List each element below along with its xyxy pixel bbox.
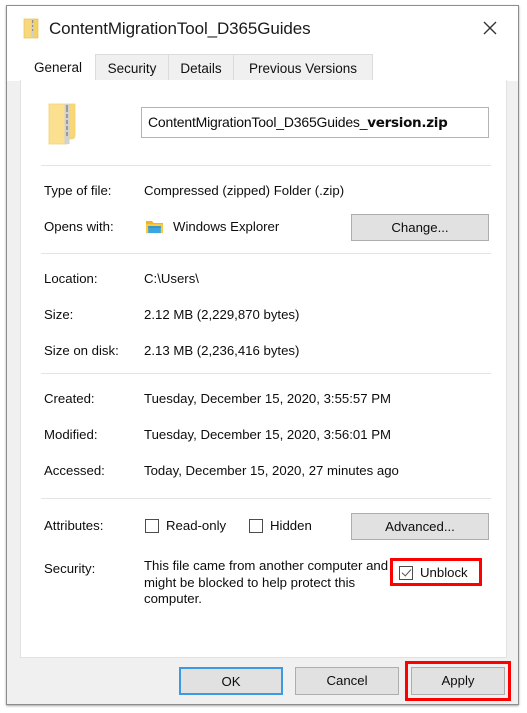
row-created: Created: Tuesday, December 15, 2020, 3:5… — [21, 388, 506, 410]
title-bar: ContentMigrationTool_D365Guides — [7, 6, 518, 51]
row-attributes: Attributes: Read-only Hidden Advanced... — [21, 513, 506, 542]
dialog-footer: OK Cancel Apply — [7, 658, 518, 704]
filename-input[interactable]: ContentMigrationTool_D365Guides_version.… — [141, 107, 489, 138]
file-header: ContentMigrationTool_D365Guides_version.… — [21, 98, 506, 156]
windows-explorer-folder-icon — [145, 219, 164, 235]
type-of-file-value: Compressed (zipped) Folder (.zip) — [144, 183, 345, 198]
checkbox-box — [399, 565, 413, 580]
modified-value: Tuesday, December 15, 2020, 3:56:01 PM — [144, 427, 392, 442]
size-value: 2.12 MB (2,229,870 bytes) — [144, 307, 300, 322]
tab-strip: General Security Details Previous Versio… — [7, 51, 518, 81]
created-label: Created: — [44, 391, 95, 406]
cancel-button[interactable]: Cancel — [295, 667, 399, 695]
size-on-disk-label: Size on disk: — [44, 343, 119, 358]
tab-previous-versions[interactable]: Previous Versions — [233, 54, 373, 81]
row-location: Location: C:\Users\ — [21, 268, 506, 290]
accessed-label: Accessed: — [44, 463, 105, 478]
divider — [41, 373, 491, 374]
tab-security[interactable]: Security — [95, 54, 169, 81]
location-label: Location: — [44, 271, 98, 286]
change-button[interactable]: Change... — [351, 214, 489, 241]
attributes-label: Attributes: — [44, 518, 104, 533]
row-modified: Modified: Tuesday, December 15, 2020, 3:… — [21, 424, 506, 446]
row-opens-with: Opens with: Windows Explorer Change... — [21, 214, 506, 243]
checkbox-box — [249, 518, 263, 533]
location-value: C:\Users\ — [144, 271, 199, 286]
size-label: Size: — [44, 307, 74, 322]
type-of-file-label: Type of file: — [44, 183, 112, 198]
hidden-label: Hidden — [270, 518, 312, 533]
modified-label: Modified: — [44, 427, 98, 442]
security-description: This file came from another computer and… — [144, 558, 389, 606]
divider — [41, 498, 491, 499]
security-label: Security: — [44, 561, 96, 576]
filename-base: ContentMigrationTool_D365Guides_ — [148, 114, 368, 130]
opens-with-app-name: Windows Explorer — [173, 219, 280, 234]
advanced-button[interactable]: Advanced... — [351, 513, 489, 540]
row-size: Size: 2.12 MB (2,229,870 bytes) — [21, 304, 506, 326]
row-type-of-file: Type of file: Compressed (zipped) Folder… — [21, 180, 506, 202]
general-tab-panel: ContentMigrationTool_D365Guides_version.… — [20, 80, 507, 658]
tab-general[interactable]: General — [21, 52, 95, 81]
apply-button[interactable]: Apply — [411, 667, 505, 695]
divider — [41, 253, 491, 254]
filename-emphasis: version.zip — [367, 115, 448, 131]
checkbox-box — [145, 518, 159, 533]
divider — [41, 165, 491, 166]
read-only-label: Read-only — [166, 518, 227, 533]
file-properties-dialog: ContentMigrationTool_D365Guides General … — [6, 5, 519, 705]
ok-button[interactable]: OK — [179, 667, 283, 695]
created-value: Tuesday, December 15, 2020, 3:55:57 PM — [144, 391, 392, 406]
accessed-value: Today, December 15, 2020, 27 minutes ago — [144, 463, 399, 478]
unblock-label: Unblock — [420, 565, 468, 580]
size-on-disk-value: 2.13 MB (2,236,416 bytes) — [144, 343, 300, 358]
hidden-checkbox[interactable]: Hidden — [249, 518, 312, 533]
close-icon[interactable] — [468, 12, 512, 44]
unblock-checkbox[interactable]: Unblock — [399, 565, 468, 580]
opens-with-label: Opens with: — [44, 219, 114, 234]
zip-folder-icon — [23, 18, 40, 39]
tab-details[interactable]: Details — [168, 54, 234, 81]
window-title: ContentMigrationTool_D365Guides — [49, 19, 311, 38]
row-size-on-disk: Size on disk: 2.13 MB (2,236,416 bytes) — [21, 340, 506, 362]
zip-folder-icon — [47, 102, 81, 146]
row-accessed: Accessed: Today, December 15, 2020, 27 m… — [21, 460, 506, 482]
read-only-checkbox[interactable]: Read-only — [145, 518, 226, 533]
row-security: Security: This file came from another co… — [21, 558, 506, 614]
